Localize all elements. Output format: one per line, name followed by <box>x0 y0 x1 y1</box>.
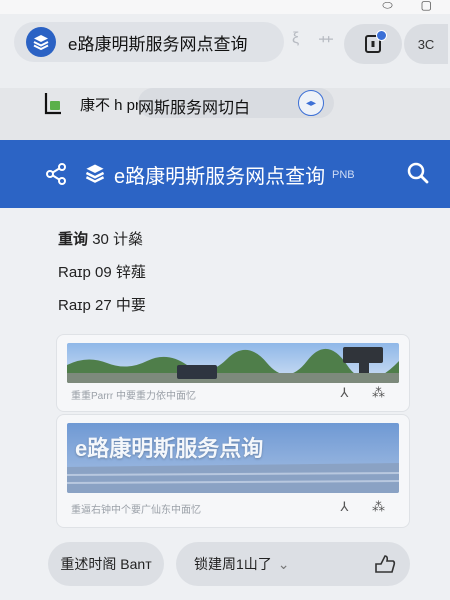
app-logo-icon <box>26 27 56 57</box>
info-label: Raɪp <box>58 264 91 281</box>
browser-top-bar: ⬭ ▢ e路康明斯服务网点查询 ξ ⺾ 3C <box>0 0 450 88</box>
service-card[interactable]: e路康明斯服务点询 重逼右钟中个要广仙东中面忆 ⅄ ⁂ <box>56 414 410 528</box>
share-icon[interactable] <box>44 162 68 186</box>
tab-title: e路康明斯服务网点查询 <box>68 34 248 54</box>
info-value: 30 计燊 <box>92 231 144 248</box>
card-caption: 重逼右钟中个要广仙东中面忆 <box>71 505 201 516</box>
top-edge: ⬭ ▢ <box>0 0 450 14</box>
card-photo <box>67 343 399 383</box>
card-caption: 重重Parrr 中要重力依中面忆 <box>71 391 196 402</box>
notification-badge <box>376 30 387 41</box>
site-icon <box>42 91 64 122</box>
tab-count-button[interactable]: 3C <box>404 24 448 64</box>
tab-count: 3C <box>417 36 435 52</box>
faded-glyph-2: ⺾ <box>318 36 335 53</box>
card-banner: e路康明斯服务点询 <box>67 423 399 493</box>
url-prefix: 康不 h pr <box>80 97 141 114</box>
card-action-icons[interactable]: ⅄ ⁂ <box>340 499 395 515</box>
filter-select-label: 锁建周1山了 <box>194 556 272 572</box>
service-card[interactable]: 重重Parrr 中要重力依中面忆 ⅄ ⁂ <box>56 334 410 412</box>
info-value: 27 中要 <box>95 297 146 314</box>
header-logo-icon <box>85 164 105 183</box>
info-line: Raɪp 27 中要 <box>58 294 146 315</box>
history-button-label: 重述时阁 Banт <box>60 556 152 572</box>
extension-button[interactable] <box>344 24 402 64</box>
info-value: 09 锌薤 <box>95 264 146 281</box>
info-line: 重询 30 计燊 <box>58 228 143 249</box>
search-icon[interactable] <box>406 161 430 185</box>
header-subtitle: PNB <box>332 169 355 181</box>
url-row: 康不 h pr 网斯服务网切白 ◂▸ <box>0 88 450 124</box>
header-title: e路康明斯服务网点查询 <box>114 166 326 188</box>
info-line: Raɪp 09 锌薤 <box>58 261 146 282</box>
like-icon[interactable] <box>374 554 396 574</box>
info-label: Raɪp <box>58 297 91 314</box>
top-edge-controls: ⬭ ▢ <box>382 0 432 12</box>
faded-glyph-1: ξ <box>292 30 300 47</box>
app-header: e路康明斯服务网点查询 PNB <box>0 140 450 208</box>
url-title: 网斯服务网切白 <box>138 100 251 117</box>
history-button[interactable]: 重述时阁 Banт <box>48 542 164 586</box>
tab-pill[interactable]: e路康明斯服务网点查询 <box>14 22 284 62</box>
banner-title: e路康明斯服务点询 <box>75 436 264 461</box>
chevron-down-icon: ⌄ <box>277 555 290 572</box>
filter-select[interactable]: 锁建周1山了 ⌄ <box>176 542 410 586</box>
reader-mode-icon[interactable]: ◂▸ <box>298 90 324 116</box>
info-label: 重询 <box>58 231 89 248</box>
card-action-icons[interactable]: ⅄ ⁂ <box>340 385 395 401</box>
